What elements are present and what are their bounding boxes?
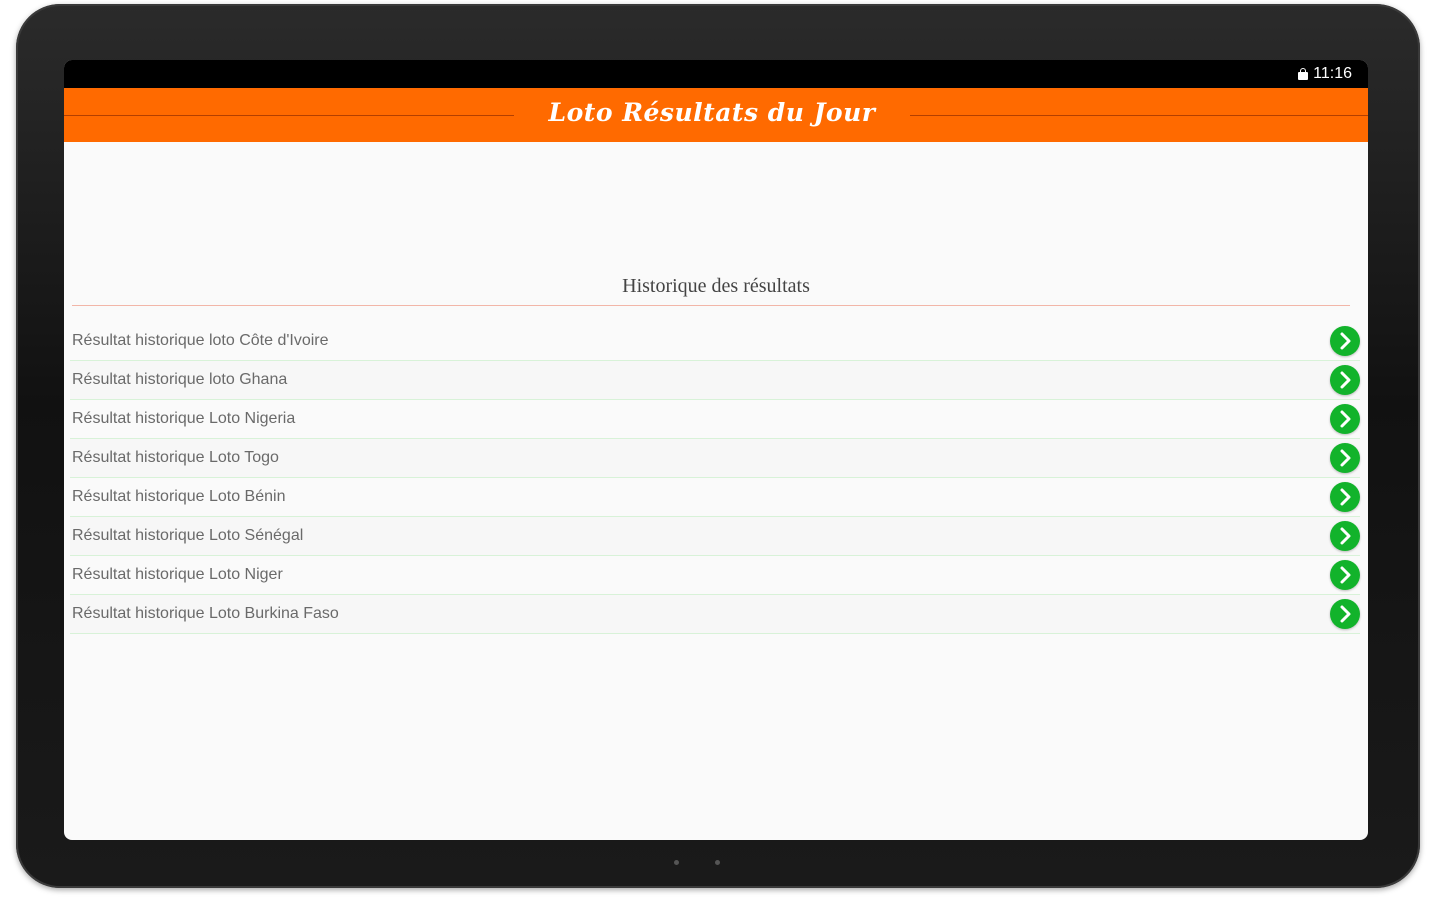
history-item-cote-divoire[interactable]: Résultat historique loto Côte d'Ivoire	[70, 322, 1360, 361]
chevron-right-icon[interactable]	[1330, 443, 1360, 473]
history-item-label: Résultat historique Loto Bénin	[72, 488, 286, 505]
history-divider	[72, 305, 1350, 306]
history-item-benin[interactable]: Résultat historique Loto Bénin	[70, 478, 1360, 517]
header-divider-left	[64, 115, 514, 116]
chevron-right-icon[interactable]	[1330, 599, 1360, 629]
chevron-right-icon[interactable]	[1330, 482, 1360, 512]
history-item-label: Résultat historique Loto Niger	[72, 566, 283, 583]
device-screen: 11:16 Loto Résultats du Jour Historique …	[64, 60, 1368, 840]
history-item-label: Résultat historique Loto Sénégal	[72, 527, 304, 544]
chevron-right-icon[interactable]	[1330, 365, 1360, 395]
history-item-nigeria[interactable]: Résultat historique Loto Nigeria	[70, 400, 1360, 439]
history-item-togo[interactable]: Résultat historique Loto Togo	[70, 439, 1360, 478]
status-bar: 11:16	[64, 60, 1368, 88]
history-item-label: Résultat historique Loto Togo	[72, 449, 279, 466]
nav-dot-icon	[715, 860, 720, 865]
history-item-niger[interactable]: Résultat historique Loto Niger	[70, 556, 1360, 595]
chevron-right-icon[interactable]	[1330, 560, 1360, 590]
history-item-ghana[interactable]: Résultat historique loto Ghana	[70, 361, 1360, 400]
app-title: Loto Résultats du Jour	[548, 98, 876, 127]
chevron-right-icon[interactable]	[1330, 326, 1360, 356]
chevron-right-icon[interactable]	[1330, 521, 1360, 551]
history-item-senegal[interactable]: Résultat historique Loto Sénégal	[70, 517, 1360, 556]
chevron-right-icon[interactable]	[1330, 404, 1360, 434]
header-divider-right	[910, 115, 1368, 116]
history-item-label: Résultat historique Loto Nigeria	[72, 410, 296, 427]
app-header: Loto Résultats du Jour	[64, 88, 1368, 142]
tablet-frame: 11:16 Loto Résultats du Jour Historique …	[16, 4, 1420, 888]
history-list: Résultat historique loto Côte d'Ivoire R…	[70, 322, 1360, 634]
lock-icon	[1298, 68, 1309, 80]
nav-dot-icon	[674, 860, 679, 865]
history-title: Historique des résultats	[622, 275, 810, 297]
history-item-label: Résultat historique loto Côte d'Ivoire	[72, 332, 329, 349]
history-item-label: Résultat historique Loto Burkina Faso	[72, 605, 339, 622]
history-item-burkina-faso[interactable]: Résultat historique Loto Burkina Faso	[70, 595, 1360, 634]
status-time: 11:16	[1313, 65, 1352, 82]
status-indicators: 11:16	[1298, 65, 1352, 83]
history-item-label: Résultat historique loto Ghana	[72, 371, 288, 388]
